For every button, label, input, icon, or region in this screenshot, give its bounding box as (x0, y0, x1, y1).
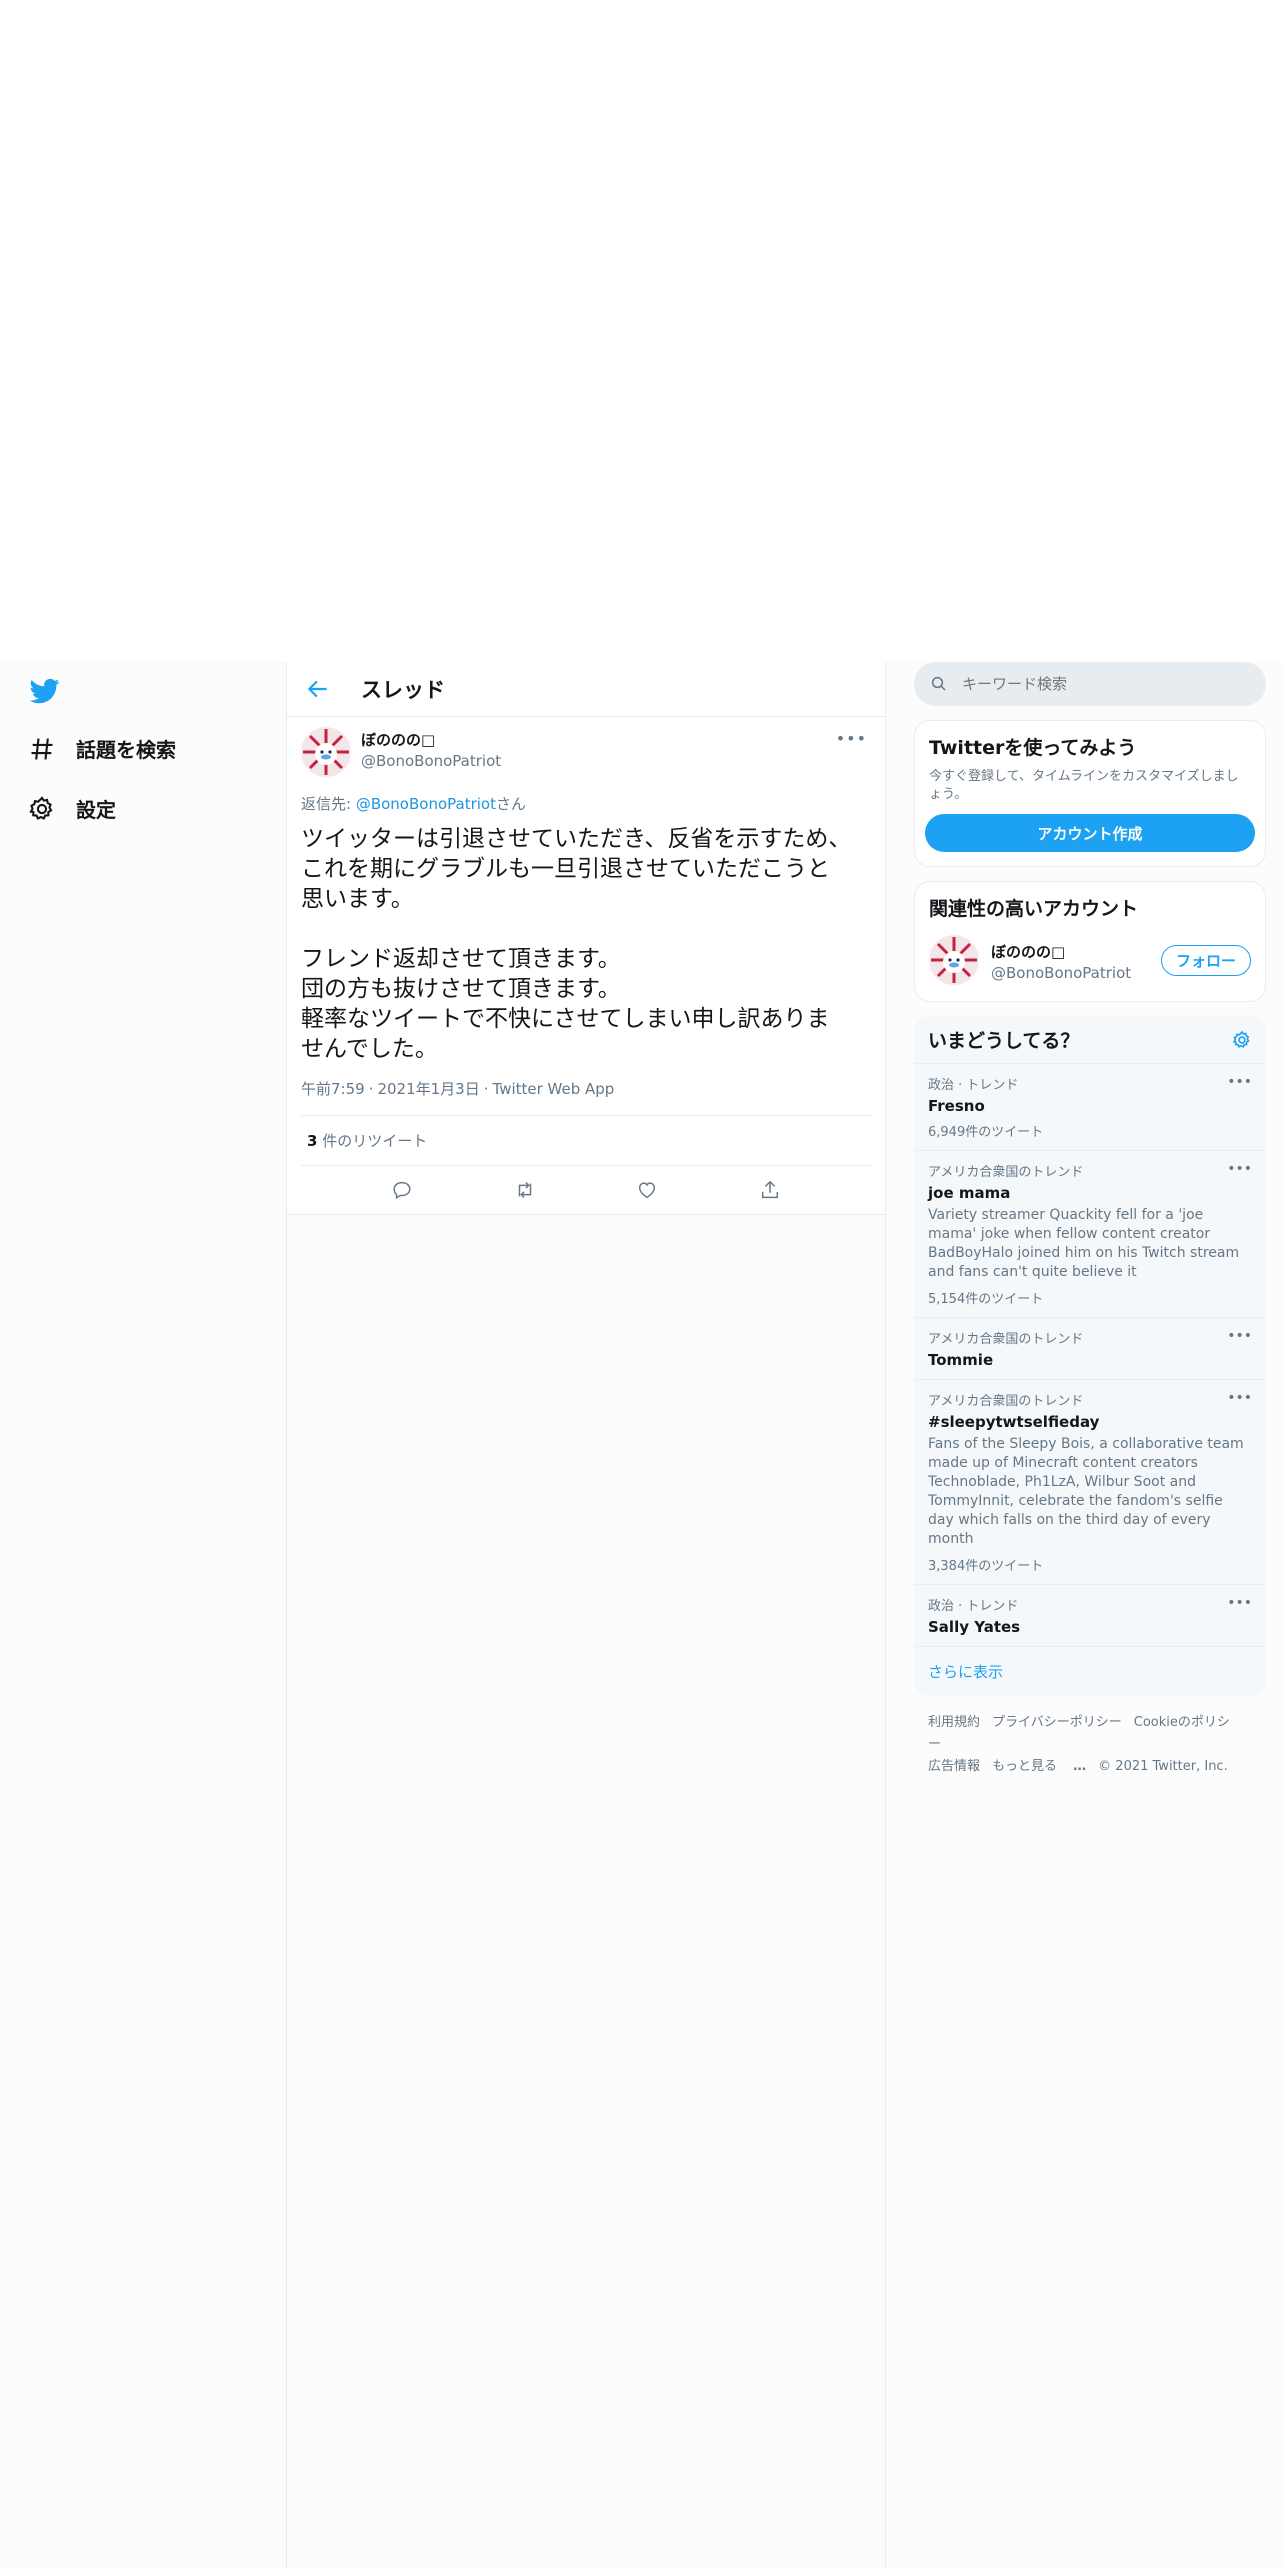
gear-icon[interactable] (1232, 1030, 1252, 1050)
trend-item[interactable]: 政治 · トレンド Fresno 6,949件のツイート ••• (914, 1064, 1266, 1151)
trend-name: Sally Yates (928, 1618, 1021, 1636)
trend-tweet-count: 6,949件のツイート (928, 1125, 1044, 1140)
more-options-icon[interactable]: ••• (1227, 1390, 1252, 1406)
reply-to-link[interactable]: @BonoBonoPatriot (356, 795, 496, 813)
hashtag-icon (31, 737, 53, 760)
more-dots-icon: … (1073, 1759, 1087, 1774)
gear-icon (29, 795, 53, 820)
nav-explore-label: 話題を検索 (76, 738, 176, 762)
more-options-icon[interactable]: ••• (836, 729, 867, 748)
reply-prefix: 返信先: (301, 795, 356, 813)
avatar[interactable] (929, 935, 979, 985)
thread-header: スレッド (287, 662, 885, 717)
retweet-count-row[interactable]: 3 件のリツイート (301, 1116, 871, 1166)
nav-settings-label: 設定 (76, 798, 116, 822)
more-options-icon[interactable]: ••• (1227, 1328, 1252, 1344)
signup-title: Twitterを使ってみよう (929, 737, 1137, 759)
tweet-actions (301, 1166, 871, 1214)
trend-name: #sleepytwtselfieday (928, 1413, 1100, 1431)
signup-card: Twitterを使ってみよう 今すぐ登録して、タイムラインをカスタマイズしましょ… (914, 720, 1266, 867)
tweet-time[interactable]: 午前7:59 (301, 1080, 365, 1098)
more-options-icon[interactable]: ••• (1227, 1595, 1252, 1611)
footer-more-label: もっと見る (992, 1759, 1058, 1774)
footer: 利用規約 プライバシーポリシー Cookieのポリシー 広告情報 もっと見る … © 2… (914, 1696, 1266, 1794)
more-options-icon[interactable]: ••• (1227, 1074, 1252, 1090)
tweet: ぼののの□ @BonoBonoPatriot ••• 返信先: @BonoBon… (287, 717, 885, 1215)
more-options-icon[interactable]: ••• (1227, 1161, 1252, 1177)
trends-card: いまどうしてる？ 政治 · トレンド Fresno 6,949件のツイート ••… (914, 1016, 1266, 1696)
trend-description: Variety streamer Quackity fell for a 'jo… (928, 1207, 1240, 1280)
avatar[interactable] (301, 727, 351, 777)
footer-privacy-link[interactable]: プライバシーポリシー (992, 1715, 1122, 1730)
search-icon (931, 676, 946, 691)
related-account-row[interactable]: ぼののの□ @BonoBonoPatriot フォロー (915, 925, 1265, 1001)
trend-item[interactable]: 政治 · トレンド Sally Yates ••• (914, 1585, 1266, 1647)
retweet-count: 3 (307, 1132, 318, 1150)
share-icon[interactable] (759, 1179, 781, 1201)
like-heart-icon[interactable] (636, 1179, 658, 1201)
related-title: 関連性の高いアカウント (929, 898, 1139, 920)
tweet-text: ツイッターは引退させていただき、反省を示すため、 これを期にグラブルも一旦引退さ… (301, 826, 852, 1062)
trend-name: joe mama (928, 1184, 1011, 1202)
footer-copyright: © 2021 Twitter, Inc. (1098, 1759, 1228, 1774)
retweet-label: 件のリツイート (322, 1132, 428, 1150)
trend-tweet-count: 5,154件のツイート (928, 1292, 1044, 1307)
reply-icon[interactable] (391, 1179, 413, 1201)
tweet-header: ぼののの□ @BonoBonoPatriot ••• (301, 717, 871, 777)
tweet-author[interactable]: ぼののの□ @BonoBonoPatriot (361, 729, 501, 770)
back-arrow-icon[interactable] (305, 676, 331, 702)
trend-description: Fans of the Sleepy Bois, a collaborative… (928, 1436, 1244, 1547)
tweet-source[interactable]: Twitter Web App (493, 1080, 615, 1098)
related-accounts-card: 関連性の高いアカウント ぼののの□ @BonoBonoPatriot フォロー (914, 881, 1266, 1002)
retweet-icon[interactable] (514, 1179, 536, 1201)
footer-ads-link[interactable]: 広告情報 (928, 1759, 980, 1774)
twitter-logo-icon[interactable] (28, 676, 62, 706)
display-name: ぼののの□ (361, 731, 436, 749)
search-input[interactable] (960, 674, 1244, 694)
trend-category: アメリカ合衆国のトレンド (928, 1332, 1084, 1347)
trend-category: アメリカ合衆国のトレンド (928, 1165, 1084, 1180)
trend-item[interactable]: アメリカ合衆国のトレンド #sleepytwtselfieday Fans of… (914, 1380, 1266, 1585)
trends-header: いまどうしてる？ (914, 1016, 1266, 1064)
search-box[interactable] (914, 662, 1266, 706)
trend-category: 政治 · トレンド (928, 1599, 1019, 1614)
trend-item[interactable]: アメリカ合衆国のトレンド Tommie ••• (914, 1318, 1266, 1380)
footer-more-link[interactable]: もっと見る … (992, 1759, 1086, 1774)
center-column: スレッド ぼののの□ @BonoBonoPatriot ••• 返信先: @Bo… (286, 662, 886, 2568)
trend-name: Tommie (928, 1351, 994, 1369)
trend-category: アメリカ合衆国のトレンド (928, 1394, 1084, 1409)
create-account-button[interactable]: アカウント作成 (925, 814, 1255, 852)
trend-tweet-count: 3,384件のツイート (928, 1559, 1044, 1574)
reply-suffix: さん (495, 795, 526, 813)
right-column: Twitterを使ってみよう 今すぐ登録して、タイムラインをカスタマイズしましょ… (914, 662, 1266, 1794)
trend-name: Fresno (928, 1097, 985, 1115)
reply-to-line: 返信先: @BonoBonoPatriotさん (301, 793, 871, 814)
page-title: スレッド (361, 678, 445, 702)
trend-category: 政治 · トレンド (928, 1078, 1019, 1093)
trend-item[interactable]: アメリカ合衆国のトレンド joe mama Variety streamer Q… (914, 1151, 1266, 1318)
signup-description: 今すぐ登録して、タイムラインをカスタマイズしましょう。 (929, 769, 1239, 802)
nav-settings[interactable]: 設定 (28, 794, 116, 823)
related-display-name: ぼののの□ (991, 942, 1066, 961)
user-handle: @BonoBonoPatriot (361, 752, 502, 770)
nav-explore[interactable]: 話題を検索 (28, 734, 176, 763)
related-account-names: ぼののの□ @BonoBonoPatriot (991, 941, 1161, 982)
tweet-meta: 午前7:59 · 2021年1月3日 · Twitter Web App (301, 1078, 871, 1116)
related-handle: @BonoBonoPatriot (991, 963, 1132, 982)
show-more-link[interactable]: さらに表示 (914, 1647, 1266, 1696)
top-blank-area (0, 0, 1284, 662)
follow-button[interactable]: フォロー (1160, 944, 1251, 976)
trends-title: いまどうしてる？ (928, 1030, 1080, 1052)
tweet-date[interactable]: 2021年1月3日 (377, 1080, 479, 1098)
footer-terms-link[interactable]: 利用規約 (928, 1715, 980, 1730)
